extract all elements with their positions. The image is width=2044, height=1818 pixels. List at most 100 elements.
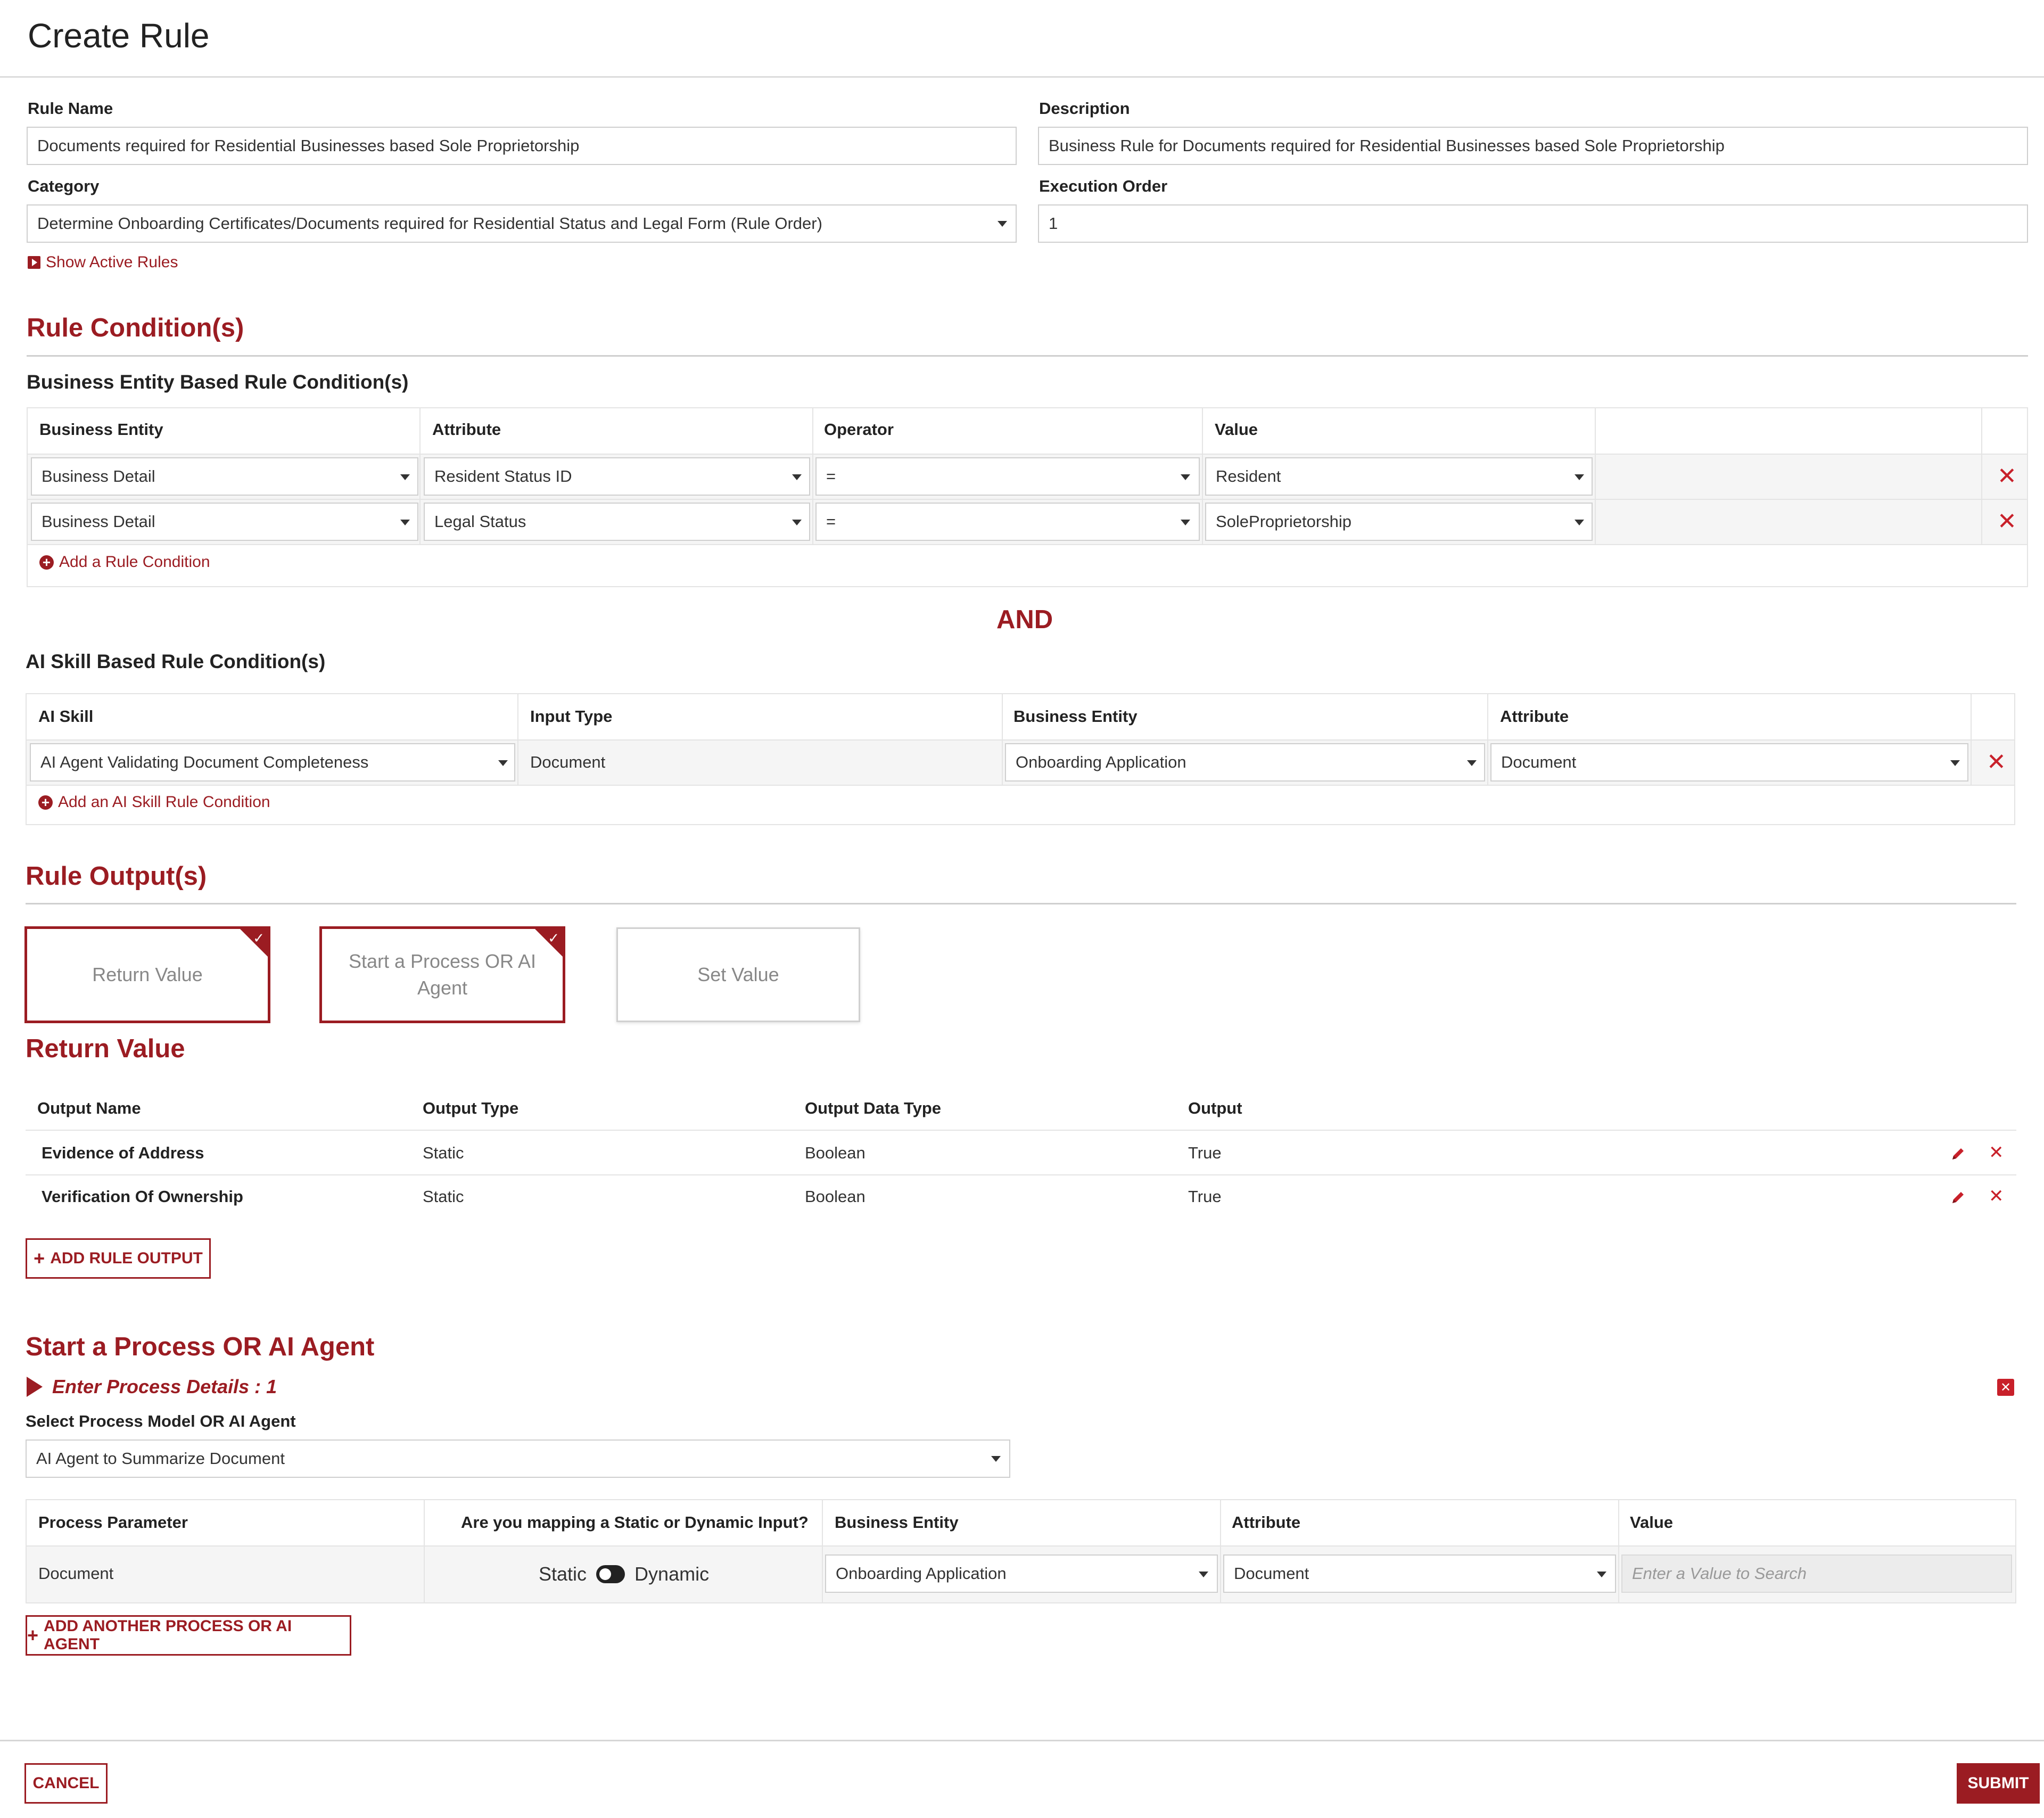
- process-parameter-value: Document: [38, 1564, 114, 1583]
- remove-process-button[interactable]: ✕: [1997, 1379, 2014, 1396]
- outputs-divider: [26, 903, 2016, 904]
- chevron-down-icon: [998, 221, 1007, 227]
- delete-output-icon[interactable]: ✕: [1989, 1187, 2004, 1205]
- col-divider: [419, 408, 421, 545]
- show-active-rules-label: Show Active Rules: [46, 253, 178, 271]
- ai-conditions-subtitle: AI Skill Based Rule Condition(s): [26, 651, 326, 672]
- delete-output-icon[interactable]: ✕: [1989, 1144, 2004, 1162]
- chevron-down-icon: [498, 760, 508, 766]
- add-rule-output-button[interactable]: + ADD RULE OUTPUT: [26, 1238, 211, 1279]
- entity-conditions-table: Business Entity Attribute Operator Value…: [27, 407, 2028, 587]
- process-details-label: Enter Process Details : 1: [52, 1376, 277, 1397]
- col-divider: [1002, 694, 1003, 785]
- column-header: Output Data Type: [805, 1099, 942, 1117]
- chevron-down-icon: [1575, 474, 1584, 480]
- entity-conditions-subtitle: Business Entity Based Rule Condition(s): [27, 371, 409, 393]
- col-divider: [1971, 694, 1972, 785]
- ai-attribute-value: Document: [1501, 753, 1577, 771]
- column-header: Input Type: [530, 707, 613, 726]
- page-title: Create Rule: [28, 17, 210, 55]
- column-header: Business Entity: [39, 420, 163, 439]
- play-square-icon: [28, 256, 40, 269]
- attribute-select[interactable]: Resident Status ID: [424, 457, 810, 496]
- ai-business-entity-value: Onboarding Application: [1016, 753, 1186, 771]
- row-divider: [27, 1545, 2015, 1546]
- output-name: Evidence of Address: [42, 1144, 204, 1162]
- ai-attribute-select[interactable]: Document: [1490, 743, 1968, 782]
- chevron-down-icon: [400, 474, 410, 480]
- category-label: Category: [28, 177, 100, 195]
- process-model-select[interactable]: AI Agent to Summarize Document: [26, 1439, 1010, 1478]
- and-label: AND: [996, 605, 1053, 634]
- operator-select[interactable]: =: [815, 457, 1200, 496]
- process-details-toggle[interactable]: Enter Process Details : 1: [27, 1376, 277, 1398]
- delete-condition-icon[interactable]: ✕: [1997, 465, 2017, 488]
- value-search-input[interactable]: Enter a Value to Search: [1621, 1554, 2012, 1593]
- chevron-down-icon: [792, 474, 802, 480]
- rule-name-input[interactable]: Documents required for Residential Busin…: [27, 127, 1017, 165]
- column-header: Value: [1630, 1513, 1673, 1532]
- select-process-label: Select Process Model OR AI Agent: [26, 1412, 296, 1430]
- rule-name-value: Documents required for Residential Busin…: [37, 136, 580, 155]
- attribute-value: Legal Status: [434, 512, 526, 531]
- delete-ai-condition-icon[interactable]: ✕: [1987, 751, 2006, 774]
- process-attribute-value: Document: [1234, 1564, 1309, 1583]
- set-value-card[interactable]: Set Value: [616, 927, 860, 1022]
- process-attribute-select[interactable]: Document: [1223, 1554, 1616, 1593]
- start-process-card[interactable]: Start a Process OR AI Agent ✓: [319, 926, 565, 1023]
- submit-button[interactable]: SUBMIT: [1957, 1763, 2040, 1804]
- toggle-icon[interactable]: [596, 1565, 625, 1583]
- pencil-icon[interactable]: [1950, 1189, 1966, 1205]
- column-header: Are you mapping a Static or Dynamic Inpu…: [461, 1513, 809, 1532]
- col-divider: [1202, 408, 1203, 545]
- operator-select[interactable]: =: [815, 503, 1200, 541]
- output-type: Static: [423, 1187, 464, 1206]
- add-another-process-button[interactable]: + ADD ANOTHER PROCESS OR AI AGENT: [26, 1615, 351, 1656]
- value-select[interactable]: SoleProprietorship: [1205, 503, 1593, 541]
- col-divider: [1487, 694, 1488, 785]
- execution-order-input[interactable]: 1: [1038, 204, 2028, 243]
- ai-business-entity-select[interactable]: Onboarding Application: [1005, 743, 1485, 782]
- ai-skill-select[interactable]: AI Agent Validating Document Completenes…: [30, 743, 515, 782]
- description-input[interactable]: Business Rule for Documents required for…: [1038, 127, 2028, 165]
- execution-order-value: 1: [1049, 214, 1058, 233]
- cancel-button[interactable]: CANCEL: [24, 1763, 108, 1804]
- process-entity-value: Onboarding Application: [836, 1564, 1007, 1583]
- operator-value: =: [826, 512, 836, 531]
- delete-condition-icon[interactable]: ✕: [1997, 510, 2017, 533]
- column-header: Attribute: [432, 420, 501, 439]
- value-select[interactable]: Resident: [1205, 457, 1593, 496]
- add-ai-condition-link[interactable]: + Add an AI Skill Rule Condition: [38, 793, 270, 811]
- conditions-divider: [27, 355, 2028, 357]
- operator-value: =: [826, 467, 836, 486]
- chevron-down-icon: [1467, 760, 1477, 766]
- plus-circle-icon: +: [39, 555, 54, 570]
- attribute-value: Resident Status ID: [434, 467, 572, 486]
- check-icon: ✓: [548, 930, 559, 946]
- column-header: Output Name: [37, 1099, 141, 1117]
- pencil-icon[interactable]: [1950, 1146, 1966, 1162]
- show-active-rules-link[interactable]: Show Active Rules: [28, 253, 178, 272]
- submit-label: SUBMIT: [1967, 1774, 2029, 1792]
- process-entity-select[interactable]: Onboarding Application: [825, 1554, 1218, 1593]
- add-rule-condition-link[interactable]: + Add a Rule Condition: [39, 553, 210, 571]
- return-value-card[interactable]: Return Value ✓: [24, 926, 270, 1023]
- category-select[interactable]: Determine Onboarding Certificates/Docume…: [27, 204, 1017, 243]
- plus-icon: +: [27, 1624, 39, 1646]
- row-divider: [27, 785, 2014, 786]
- col-divider: [812, 408, 813, 545]
- business-entity-select[interactable]: Business Detail: [31, 457, 418, 496]
- return-value-card-label: Return Value: [92, 964, 203, 985]
- static-dynamic-toggle-group: Static Dynamic: [539, 1563, 709, 1585]
- chevron-down-icon: [792, 520, 802, 525]
- row-divider: [26, 1130, 2016, 1131]
- column-header: Business Entity: [835, 1513, 959, 1532]
- chevron-down-icon: [991, 1456, 1001, 1462]
- description-value: Business Rule for Documents required for…: [1049, 136, 1725, 155]
- business-entity-select[interactable]: Business Detail: [31, 503, 418, 541]
- attribute-select[interactable]: Legal Status: [424, 503, 810, 541]
- output-type: Static: [423, 1144, 464, 1162]
- col-divider: [424, 1500, 425, 1602]
- column-header: Process Parameter: [38, 1513, 188, 1532]
- category-value: Determine Onboarding Certificates/Docume…: [37, 214, 822, 233]
